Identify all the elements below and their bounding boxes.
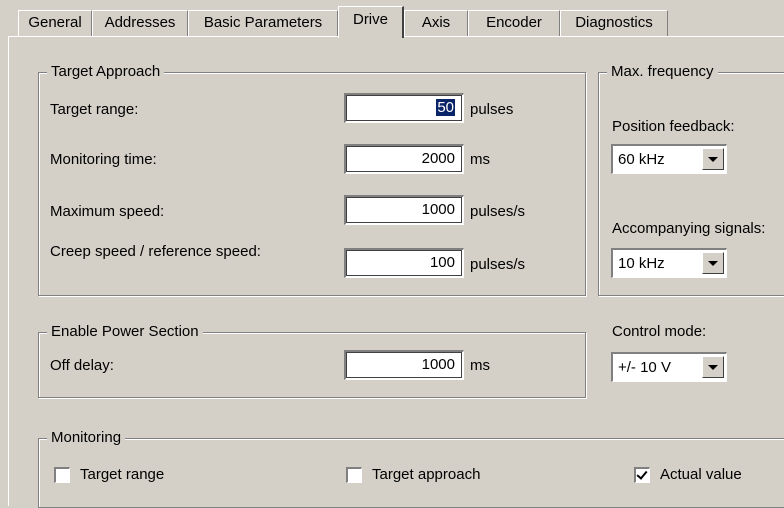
tab-diagnostics[interactable]: Diagnostics bbox=[560, 10, 668, 36]
position-feedback-dropdown-button[interactable] bbox=[702, 148, 724, 170]
enable-power-section-title: Enable Power Section bbox=[47, 323, 203, 341]
position-feedback-value: 60 kHz bbox=[618, 151, 665, 168]
control-mode-value: +/- 10 V bbox=[618, 359, 671, 376]
control-mode-label: Control mode: bbox=[612, 323, 707, 340]
position-feedback-dropdown[interactable]: 60 kHz bbox=[611, 144, 727, 174]
target-approach-checkbox[interactable] bbox=[346, 467, 362, 483]
position-feedback-label: Position feedback: bbox=[612, 118, 735, 135]
chevron-down-icon bbox=[708, 261, 718, 266]
accompanying-signals-dropdown[interactable]: 10 kHz bbox=[611, 248, 727, 278]
tab-general[interactable]: General bbox=[18, 10, 92, 36]
monitoring-title: Monitoring bbox=[47, 429, 126, 447]
off-delay-field[interactable]: 1000 bbox=[344, 350, 464, 380]
monitoring-time-unit: ms bbox=[470, 151, 490, 168]
creep-speed-unit: pulses/s bbox=[470, 256, 526, 273]
accompanying-signals-dropdown-button[interactable] bbox=[702, 252, 724, 274]
off-delay-label: Off delay: bbox=[50, 357, 114, 374]
target-range-label: Target range: bbox=[50, 101, 139, 118]
target-approach-title: Target Approach bbox=[47, 63, 165, 81]
accompanying-signals-label: Accompanying signals: bbox=[612, 220, 766, 237]
off-delay-unit: ms bbox=[470, 357, 490, 374]
target-range-unit: pulses bbox=[470, 101, 514, 118]
chevron-down-icon bbox=[708, 365, 718, 370]
tab-bar: General Addresses Basic Parameters Drive… bbox=[0, 0, 784, 38]
tab-drive[interactable]: Drive bbox=[338, 6, 404, 38]
control-mode-dropdown-button[interactable] bbox=[702, 356, 724, 378]
checkmark-icon bbox=[636, 468, 648, 480]
accompanying-signals-value: 10 kHz bbox=[618, 255, 665, 272]
chevron-down-icon bbox=[708, 157, 718, 162]
tab-addresses[interactable]: Addresses bbox=[92, 10, 188, 36]
tab-basic-parameters[interactable]: Basic Parameters bbox=[188, 10, 338, 36]
tab-encoder[interactable]: Encoder bbox=[468, 10, 560, 36]
maximum-speed-unit: pulses/s bbox=[470, 203, 526, 220]
control-mode-dropdown[interactable]: +/- 10 V bbox=[611, 352, 727, 382]
actual-value-checkbox[interactable] bbox=[634, 467, 650, 483]
monitoring-time-label: Monitoring time: bbox=[50, 151, 157, 168]
monitoring-time-field[interactable]: 2000 bbox=[344, 144, 464, 174]
tab-axis[interactable]: Axis bbox=[404, 10, 468, 36]
enable-power-section-group: Enable Power Section bbox=[38, 323, 586, 398]
target-approach-checkbox-label: Target approach bbox=[372, 466, 481, 483]
target-range-checkbox[interactable] bbox=[54, 467, 70, 483]
actual-value-checkbox-label: Actual value bbox=[660, 466, 742, 483]
max-frequency-title: Max. frequency bbox=[607, 63, 718, 81]
target-range-value: 50 bbox=[436, 99, 455, 116]
target-range-checkbox-label: Target range bbox=[80, 466, 165, 483]
maximum-speed-field[interactable]: 1000 bbox=[344, 195, 464, 225]
creep-speed-field[interactable]: 100 bbox=[344, 248, 464, 278]
creep-speed-label: Creep speed / reference speed: bbox=[50, 243, 261, 260]
maximum-speed-label: Maximum speed: bbox=[50, 203, 165, 220]
target-range-field[interactable]: 50 bbox=[344, 93, 464, 123]
